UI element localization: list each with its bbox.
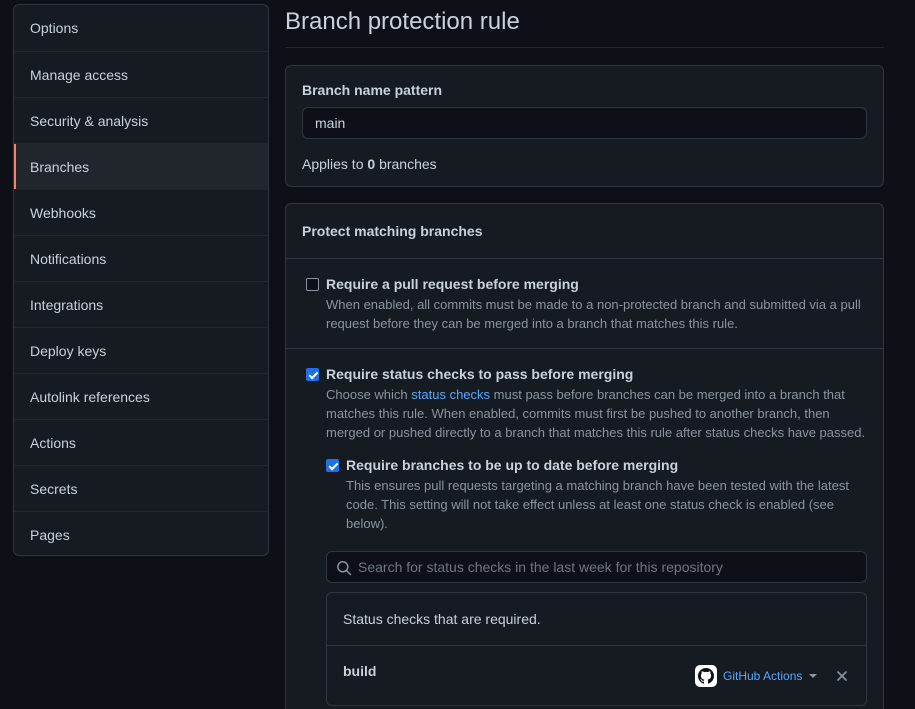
- main-content: Branch protection rule Branch name patte…: [285, 0, 884, 709]
- sidebar-item-notifications[interactable]: Notifications: [14, 235, 268, 281]
- status-checks-desc-start: Choose which: [326, 387, 408, 402]
- triangle-down-icon: [809, 674, 818, 678]
- branch-pattern-input[interactable]: [302, 107, 867, 139]
- sidebar-item-webhooks[interactable]: Webhooks: [14, 189, 268, 235]
- up-to-date-title: Require branches to be up to date before…: [346, 457, 679, 473]
- sidebar-item-branches[interactable]: Branches: [14, 143, 268, 189]
- status-checks-link[interactable]: status checks: [411, 387, 490, 402]
- status-checks-desc: Choose which status checks must pass bef…: [326, 385, 867, 442]
- pull-request-desc: When enabled, all commits must be made t…: [326, 297, 861, 331]
- up-to-date-checkbox[interactable]: [326, 459, 339, 472]
- settings-page: Options Manage access Security & analysi…: [0, 0, 915, 709]
- pull-request-checkbox[interactable]: [306, 278, 319, 291]
- sidebar-item-integrations[interactable]: Integrations: [14, 281, 268, 327]
- applies-count: 0: [367, 156, 376, 172]
- status-check-name: build: [343, 663, 377, 679]
- sidebar-item-autolink-references[interactable]: Autolink references: [14, 373, 268, 419]
- status-check-row: build GitHub Actions: [327, 646, 866, 705]
- pull-request-title: Require a pull request before merging: [326, 276, 579, 292]
- settings-sidebar: Options Manage access Security & analysi…: [13, 4, 269, 556]
- rule-require-pull-request: Require a pull request before merging Wh…: [286, 259, 883, 349]
- required-checks-box: Status checks that are required. build G…: [326, 592, 867, 706]
- sidebar-item-deploy-keys[interactable]: Deploy keys: [14, 327, 268, 373]
- up-to-date-desc: This ensures pull requests targeting a m…: [346, 478, 849, 531]
- x-icon[interactable]: [834, 668, 850, 684]
- required-checks-header: Status checks that are required.: [327, 593, 866, 646]
- branch-pattern-label: Branch name pattern: [302, 82, 443, 98]
- search-placeholder: Search for status checks in the last wee…: [358, 559, 723, 575]
- applies-suffix: branches: [379, 156, 437, 172]
- sidebar-item-manage-access[interactable]: Manage access: [14, 51, 268, 97]
- status-check-app-name: GitHub Actions: [723, 669, 803, 683]
- applies-prefix: Applies to: [302, 156, 364, 172]
- applies-to-text: Applies to 0 branches: [302, 156, 867, 172]
- rule-up-to-date: Require branches to be up to date before…: [326, 456, 867, 533]
- sidebar-item-security-analysis[interactable]: Security & analysis: [14, 97, 268, 143]
- sidebar-item-options[interactable]: Options: [14, 5, 268, 51]
- branch-pattern-box: Branch name pattern Applies to 0 branche…: [285, 65, 884, 187]
- status-check-search[interactable]: Search for status checks in the last wee…: [326, 551, 867, 583]
- sidebar-item-secrets[interactable]: Secrets: [14, 465, 268, 511]
- rule-require-status-checks: Require status checks to pass before mer…: [286, 349, 883, 709]
- search-icon: [337, 561, 352, 576]
- sidebar-item-actions[interactable]: Actions: [14, 419, 268, 465]
- page-title: Branch protection rule: [285, 0, 884, 48]
- status-check-app-select[interactable]: GitHub Actions: [695, 664, 818, 688]
- github-mark-icon: [695, 665, 717, 687]
- protect-branches-header: Protect matching branches: [286, 204, 883, 259]
- status-checks-checkbox[interactable]: [306, 368, 319, 381]
- protect-branches-box: Protect matching branches Require a pull…: [285, 203, 884, 709]
- sidebar-item-pages[interactable]: Pages: [14, 511, 268, 555]
- status-checks-title: Require status checks to pass before mer…: [326, 366, 634, 382]
